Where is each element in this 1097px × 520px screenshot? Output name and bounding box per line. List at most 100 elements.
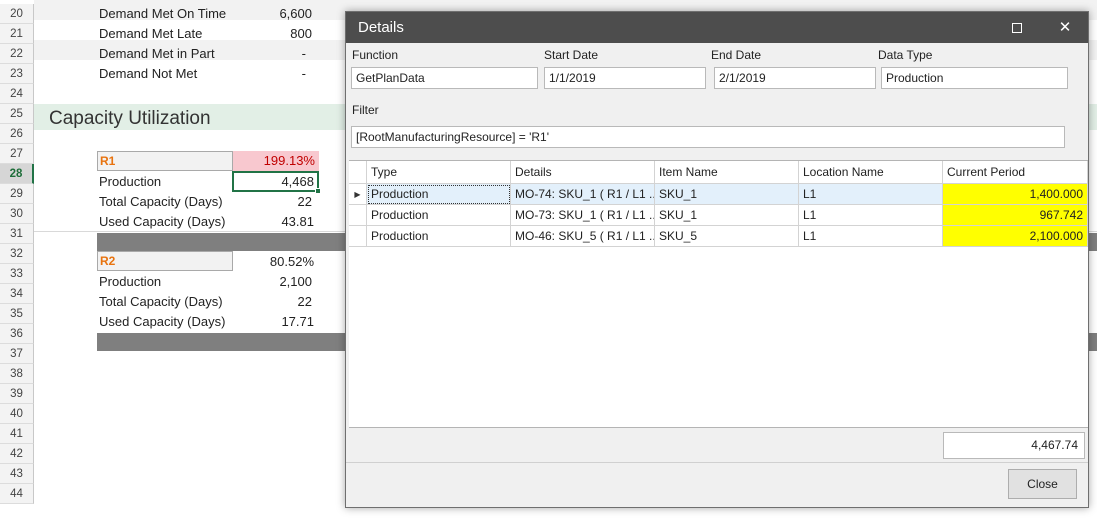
row-header-24[interactable]: 24	[0, 84, 34, 104]
column-header-item-name[interactable]: Item Name	[655, 161, 799, 184]
row-header-35[interactable]: 35	[0, 304, 34, 324]
filter-field[interactable]: [RootManufacturingResource] = 'R1'	[351, 126, 1065, 148]
column-header-location-name[interactable]: Location Name	[799, 161, 943, 184]
table-row-3-period[interactable]: 2,100.000	[943, 226, 1088, 247]
demand-met-on-time-label[interactable]: Demand Met On Time	[99, 4, 226, 24]
data-type-field[interactable]: Production	[881, 67, 1068, 89]
table-row-3-location[interactable]: L1	[799, 226, 943, 247]
dialog-title: Details	[358, 19, 404, 36]
maximize-button[interactable]	[994, 12, 1040, 43]
demand-met-late-label[interactable]: Demand Met Late	[99, 24, 202, 44]
function-field[interactable]: GetPlanData	[351, 67, 538, 89]
r2-used-capacity-label[interactable]: Used Capacity (Days)	[99, 312, 225, 332]
dialog-titlebar[interactable]: Details ✕	[346, 12, 1088, 43]
demand-not-met-label[interactable]: Demand Not Met	[99, 64, 197, 84]
table-row-1-type[interactable]: Production	[367, 184, 511, 205]
r2-production-value[interactable]: 2,100	[240, 272, 312, 292]
end-date-field[interactable]: 2/1/2019	[714, 67, 876, 89]
row-header-20[interactable]: 20	[0, 4, 34, 24]
details-grid[interactable]: Type Details Item Name Location Name Cur…	[349, 160, 1088, 428]
close-icon: ✕	[1058, 19, 1072, 36]
row-header-30[interactable]: 30	[0, 204, 34, 224]
row-header-34[interactable]: 34	[0, 284, 34, 304]
row-header-36[interactable]: 36	[0, 324, 34, 344]
table-row-2-item[interactable]: SKU_1	[655, 205, 799, 226]
row-indicator-cell[interactable]	[349, 205, 367, 226]
row-header-41[interactable]: 41	[0, 424, 34, 444]
r2-percent[interactable]: 80.52%	[240, 252, 314, 272]
maximize-icon	[1012, 23, 1022, 34]
header-indicator-cell	[349, 161, 367, 184]
table-row-2-period[interactable]: 967.742	[943, 205, 1088, 226]
close-window-button[interactable]: ✕	[1042, 12, 1088, 43]
r1-percent: 199.13%	[263, 153, 315, 168]
r1-production-label[interactable]: Production	[99, 172, 161, 192]
row-indicator-icon[interactable]: ▶	[349, 184, 367, 205]
r1-percent-cell[interactable]: 199.13%	[233, 151, 319, 171]
end-date-label: End Date	[711, 48, 762, 62]
grid-header: Type Details Item Name Location Name Cur…	[349, 161, 1088, 184]
row-header-21[interactable]: 21	[0, 24, 34, 44]
capacity-utilization-title[interactable]: Capacity Utilization	[49, 106, 211, 132]
demand-met-late-value[interactable]: 800	[250, 24, 312, 44]
r1-name: R1	[100, 154, 116, 168]
function-label: Function	[352, 48, 399, 62]
r2-total-capacity-label[interactable]: Total Capacity (Days)	[99, 292, 223, 312]
row-header-26[interactable]: 26	[0, 124, 34, 144]
filter-label: Filter	[352, 103, 379, 117]
row-header-43[interactable]: 43	[0, 464, 34, 484]
demand-met-on-time-value[interactable]: 6,600	[250, 4, 312, 24]
fill-handle[interactable]	[315, 188, 321, 194]
demand-met-in-part-value[interactable]: -	[250, 44, 306, 64]
r1-header-cell[interactable]: R1	[97, 151, 233, 171]
r1-total-capacity-value[interactable]: 22	[250, 192, 312, 212]
table-row-2-details[interactable]: MO-73: SKU_1 ( R1 / L1 ...	[511, 205, 655, 226]
row-indicator-cell[interactable]	[349, 226, 367, 247]
r2-production-label[interactable]: Production	[99, 272, 161, 292]
table-row-1-period[interactable]: 1,400.000	[943, 184, 1088, 205]
table-row-1-details[interactable]: MO-74: SKU_1 ( R1 / L1 ...	[511, 184, 655, 205]
table-row-1-item[interactable]: SKU_1	[655, 184, 799, 205]
table-row-1-location[interactable]: L1	[799, 184, 943, 205]
column-header-type[interactable]: Type	[367, 161, 511, 184]
table-row-3-type[interactable]: Production	[367, 226, 511, 247]
row-header-22[interactable]: 22	[0, 44, 34, 64]
table-row-2-type[interactable]: Production	[367, 205, 511, 226]
close-button[interactable]: Close	[1008, 469, 1077, 499]
row-header-31[interactable]: 31	[0, 224, 34, 244]
row-header-33[interactable]: 33	[0, 264, 34, 284]
row-header-28[interactable]: 28	[0, 164, 34, 184]
table-row-3-item[interactable]: SKU_5	[655, 226, 799, 247]
row-header-42[interactable]: 42	[0, 444, 34, 464]
row-header-29[interactable]: 29	[0, 184, 34, 204]
r2-name: R2	[100, 254, 116, 268]
row-header-27[interactable]: 27	[0, 144, 34, 164]
r1-used-capacity-value[interactable]: 43.81	[250, 212, 314, 232]
row-header-40[interactable]: 40	[0, 404, 34, 424]
column-header-details[interactable]: Details	[511, 161, 655, 184]
start-date-field[interactable]: 1/1/2019	[544, 67, 706, 89]
row-header-32[interactable]: 32	[0, 244, 34, 264]
data-type-label: Data Type	[878, 48, 933, 62]
details-dialog[interactable]: Details ✕ Function GetPlanData Start Dat…	[345, 11, 1089, 508]
row-header-38[interactable]: 38	[0, 364, 34, 384]
r2-used-capacity-value[interactable]: 17.71	[250, 312, 314, 332]
r1-used-capacity-label[interactable]: Used Capacity (Days)	[99, 212, 225, 232]
r2-header-cell[interactable]: R2	[97, 251, 233, 271]
r2-total-capacity-value[interactable]: 22	[250, 292, 312, 312]
start-date-label: Start Date	[544, 48, 599, 62]
row-header-39[interactable]: 39	[0, 384, 34, 404]
selected-cell[interactable]	[232, 171, 319, 192]
column-header-current-period[interactable]: Current Period	[943, 161, 1088, 184]
table-row-3-details[interactable]: MO-46: SKU_5 ( R1 / L1 ...	[511, 226, 655, 247]
r1-total-capacity-label[interactable]: Total Capacity (Days)	[99, 192, 223, 212]
footer-divider	[346, 462, 1088, 463]
demand-met-in-part-label[interactable]: Demand Met in Part	[99, 44, 215, 64]
row-header-23[interactable]: 23	[0, 64, 34, 84]
row-header-25[interactable]: 25	[0, 104, 34, 124]
row-header-44[interactable]: 44	[0, 484, 34, 504]
total-field[interactable]: 4,467.74	[943, 432, 1085, 459]
table-row-2-location[interactable]: L1	[799, 205, 943, 226]
demand-not-met-value[interactable]: -	[250, 64, 306, 84]
row-header-37[interactable]: 37	[0, 344, 34, 364]
